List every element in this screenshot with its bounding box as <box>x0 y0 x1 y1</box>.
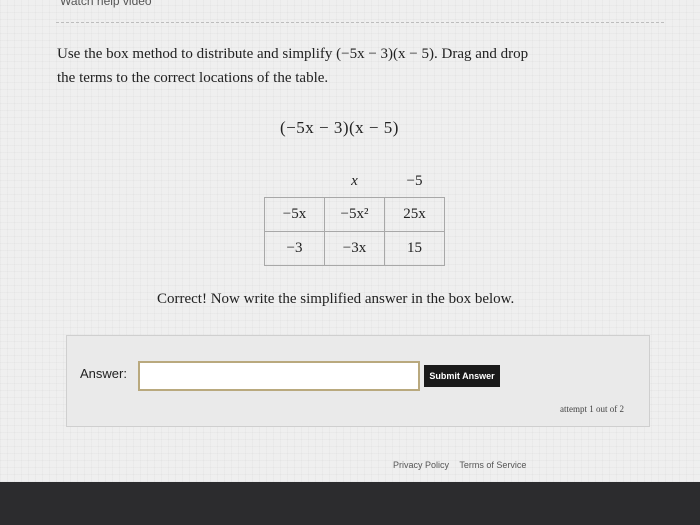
table-corner <box>265 167 325 197</box>
terms-of-service-link[interactable]: Terms of Service <box>459 460 526 470</box>
question-line-2: the terms to the correct locations of th… <box>57 70 329 86</box>
watch-help-video-link[interactable]: Watch help video <box>60 0 152 8</box>
submit-answer-button[interactable]: Submit Answer <box>424 365 500 387</box>
row-header-2: −3 <box>264 230 325 266</box>
question-line-1: Use the box method to distribute and sim… <box>57 46 529 62</box>
app-screen: Watch help video Use the box method to d… <box>0 0 700 482</box>
divider <box>56 22 664 23</box>
attempt-counter: attempt 1 out of 2 <box>560 404 624 414</box>
footer-links: Privacy Policy Terms of Service <box>393 460 534 470</box>
drop-cell-r2c1[interactable]: −3x <box>324 230 385 266</box>
drop-cell-r1c1[interactable]: −5x² <box>324 196 385 232</box>
privacy-policy-link[interactable]: Privacy Policy <box>393 460 449 470</box>
col-header-2: −5 <box>384 167 445 198</box>
row-header-1: −5x <box>264 196 325 232</box>
answer-label: Answer: <box>80 366 127 381</box>
expression-title: (−5x − 3)(x − 5) <box>280 118 399 137</box>
drop-cell-r1c2[interactable]: 25x <box>384 196 445 232</box>
question-text: Use the box method to distribute and sim… <box>57 42 657 90</box>
drop-cell-r2c2[interactable]: 15 <box>384 230 445 266</box>
answer-input[interactable] <box>138 361 420 391</box>
monitor-bezel <box>0 482 700 525</box>
box-method-table: x −5 −5x −5x² 25x −3 −3x 15 <box>264 167 445 266</box>
col-header-1: x <box>324 167 385 198</box>
feedback-message: Correct! Now write the simplified answer… <box>157 291 515 307</box>
